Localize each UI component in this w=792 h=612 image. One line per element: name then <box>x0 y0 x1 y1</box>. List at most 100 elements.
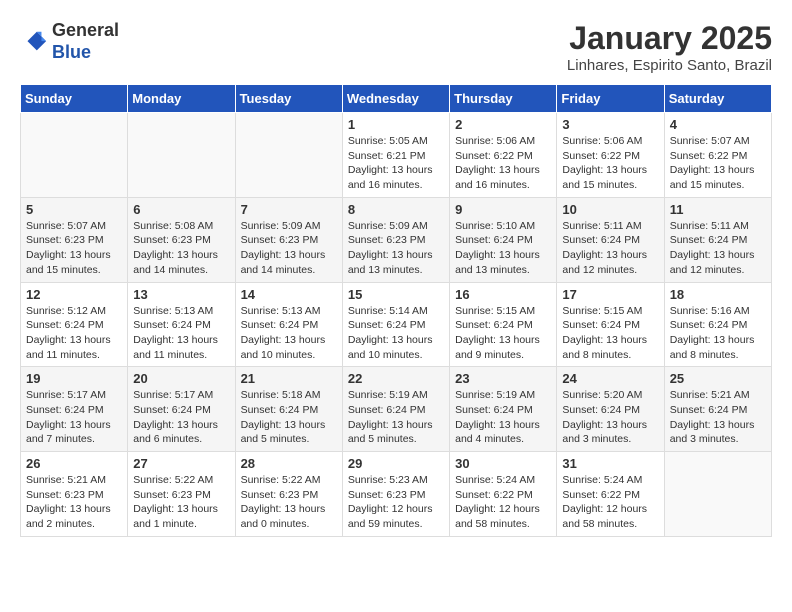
calendar-week-3: 12Sunrise: 5:12 AM Sunset: 6:24 PM Dayli… <box>21 282 772 367</box>
day-number: 20 <box>133 371 229 386</box>
calendar-cell: 18 Sunrise: 5:16 AM Sunset: 6:24 PM Dayli… <box>664 282 771 367</box>
day-info: Sunrise: 5:17 AM Sunset: 6:24 PM Dayligh… <box>133 388 229 447</box>
calendar-table: SundayMondayTuesdayWednesdayThursdayFrid… <box>20 84 772 537</box>
day-number: 4 <box>670 117 766 132</box>
calendar-cell: 3Sunrise: 5:06 AM Sunset: 6:22 PM Daylig… <box>557 113 664 198</box>
weekday-header-saturday: Saturday <box>664 85 771 113</box>
logo-blue-text: Blue <box>52 42 91 62</box>
calendar-cell: 17 Sunrise: 5:15 AM Sunset: 6:24 PM Dayli… <box>557 282 664 367</box>
weekday-header-wednesday: Wednesday <box>342 85 449 113</box>
calendar-cell: 8 Sunrise: 5:09 AM Sunset: 6:23 PM Daylig… <box>342 197 449 282</box>
day-number: 13 <box>133 287 229 302</box>
logo-general-text: General <box>52 20 119 40</box>
day-info: Sunrise: 5:13 AM Sunset: 6:24 PM Dayligh… <box>133 304 229 363</box>
day-number: 21 <box>241 371 337 386</box>
day-info: Sunrise: 5:22 AM Sunset: 6:23 PM Dayligh… <box>133 473 229 532</box>
day-number: 27 <box>133 456 229 471</box>
calendar-cell: 20 Sunrise: 5:17 AM Sunset: 6:24 PM Dayli… <box>128 367 235 452</box>
day-info: Sunrise: 5:21 AM Sunset: 6:23 PM Dayligh… <box>26 473 122 532</box>
calendar-cell: 2Sunrise: 5:06 AM Sunset: 6:22 PM Daylig… <box>450 113 557 198</box>
calendar-cell: 14Sunrise: 5:13 AM Sunset: 6:24 PM Dayli… <box>235 282 342 367</box>
day-info: Sunrise: 5:24 AM Sunset: 6:22 PM Dayligh… <box>455 473 551 532</box>
day-info: Sunrise: 5:21 AM Sunset: 6:24 PM Dayligh… <box>670 388 766 447</box>
day-number: 6 <box>133 202 229 217</box>
day-info: Sunrise: 5:08 AM Sunset: 6:23 PM Dayligh… <box>133 219 229 278</box>
calendar-cell: 23Sunrise: 5:19 AM Sunset: 6:24 PM Dayli… <box>450 367 557 452</box>
day-number: 5 <box>26 202 122 217</box>
day-number: 12 <box>26 287 122 302</box>
day-number: 18 <box>670 287 766 302</box>
weekday-header-sunday: Sunday <box>21 85 128 113</box>
weekday-header-tuesday: Tuesday <box>235 85 342 113</box>
location: Linhares, Espirito Santo, Brazil <box>567 57 772 74</box>
day-number: 15 <box>348 287 444 302</box>
calendar-cell: 11 Sunrise: 5:11 AM Sunset: 6:24 PM Dayli… <box>664 197 771 282</box>
calendar-cell: 15 Sunrise: 5:14 AM Sunset: 6:24 PM Dayli… <box>342 282 449 367</box>
calendar-cell: 19 Sunrise: 5:17 AM Sunset: 6:24 PM Dayli… <box>21 367 128 452</box>
calendar-cell: 5 Sunrise: 5:07 AM Sunset: 6:23 PM Daylig… <box>21 197 128 282</box>
calendar-cell: 16 Sunrise: 5:15 AM Sunset: 6:24 PM Dayli… <box>450 282 557 367</box>
calendar-cell: 28Sunrise: 5:22 AM Sunset: 6:23 PM Dayli… <box>235 452 342 537</box>
day-info: Sunrise: 5:22 AM Sunset: 6:23 PM Dayligh… <box>241 473 337 532</box>
day-number: 8 <box>348 202 444 217</box>
weekday-header-thursday: Thursday <box>450 85 557 113</box>
logo: General Blue <box>20 20 119 63</box>
day-number: 30 <box>455 456 551 471</box>
day-info: Sunrise: 5:23 AM Sunset: 6:23 PM Dayligh… <box>348 473 444 532</box>
day-number: 17 <box>562 287 658 302</box>
day-number: 25 <box>670 371 766 386</box>
day-number: 24 <box>562 371 658 386</box>
calendar-cell: 24Sunrise: 5:20 AM Sunset: 6:24 PM Dayli… <box>557 367 664 452</box>
day-number: 31 <box>562 456 658 471</box>
day-number: 3 <box>562 117 658 132</box>
day-number: 26 <box>26 456 122 471</box>
calendar-week-5: 26 Sunrise: 5:21 AM Sunset: 6:23 PM Dayli… <box>21 452 772 537</box>
calendar-cell <box>128 113 235 198</box>
calendar-cell: 4Sunrise: 5:07 AM Sunset: 6:22 PM Daylig… <box>664 113 771 198</box>
calendar-cell: 30 Sunrise: 5:24 AM Sunset: 6:22 PM Dayli… <box>450 452 557 537</box>
day-info: Sunrise: 5:06 AM Sunset: 6:22 PM Dayligh… <box>455 134 551 193</box>
day-info: Sunrise: 5:09 AM Sunset: 6:23 PM Dayligh… <box>241 219 337 278</box>
calendar-cell <box>664 452 771 537</box>
page-header: General Blue January 2025 Linhares, Espi… <box>20 20 772 74</box>
day-info: Sunrise: 5:11 AM Sunset: 6:24 PM Dayligh… <box>562 219 658 278</box>
weekday-header-monday: Monday <box>128 85 235 113</box>
day-info: Sunrise: 5:14 AM Sunset: 6:24 PM Dayligh… <box>348 304 444 363</box>
day-number: 14 <box>241 287 337 302</box>
day-info: Sunrise: 5:18 AM Sunset: 6:24 PM Dayligh… <box>241 388 337 447</box>
day-number: 19 <box>26 371 122 386</box>
calendar-cell: 29 Sunrise: 5:23 AM Sunset: 6:23 PM Dayli… <box>342 452 449 537</box>
day-info: Sunrise: 5:16 AM Sunset: 6:24 PM Dayligh… <box>670 304 766 363</box>
logo-icon <box>20 28 48 56</box>
day-info: Sunrise: 5:17 AM Sunset: 6:24 PM Dayligh… <box>26 388 122 447</box>
day-number: 11 <box>670 202 766 217</box>
calendar-cell: 25 Sunrise: 5:21 AM Sunset: 6:24 PM Dayli… <box>664 367 771 452</box>
calendar-cell: 12Sunrise: 5:12 AM Sunset: 6:24 PM Dayli… <box>21 282 128 367</box>
day-number: 23 <box>455 371 551 386</box>
day-number: 29 <box>348 456 444 471</box>
day-number: 22 <box>348 371 444 386</box>
day-info: Sunrise: 5:15 AM Sunset: 6:24 PM Dayligh… <box>455 304 551 363</box>
calendar-cell: 7 Sunrise: 5:09 AM Sunset: 6:23 PM Daylig… <box>235 197 342 282</box>
day-number: 16 <box>455 287 551 302</box>
calendar-cell: 10Sunrise: 5:11 AM Sunset: 6:24 PM Dayli… <box>557 197 664 282</box>
day-number: 9 <box>455 202 551 217</box>
day-info: Sunrise: 5:15 AM Sunset: 6:24 PM Dayligh… <box>562 304 658 363</box>
day-info: Sunrise: 5:19 AM Sunset: 6:24 PM Dayligh… <box>348 388 444 447</box>
weekday-header-row: SundayMondayTuesdayWednesdayThursdayFrid… <box>21 85 772 113</box>
title-block: January 2025 Linhares, Espirito Santo, B… <box>567 20 772 74</box>
calendar-cell: 9 Sunrise: 5:10 AM Sunset: 6:24 PM Daylig… <box>450 197 557 282</box>
calendar-cell <box>235 113 342 198</box>
day-number: 1 <box>348 117 444 132</box>
calendar-week-2: 5 Sunrise: 5:07 AM Sunset: 6:23 PM Daylig… <box>21 197 772 282</box>
calendar-week-1: 1Sunrise: 5:05 AM Sunset: 6:21 PM Daylig… <box>21 113 772 198</box>
day-info: Sunrise: 5:10 AM Sunset: 6:24 PM Dayligh… <box>455 219 551 278</box>
calendar-week-4: 19 Sunrise: 5:17 AM Sunset: 6:24 PM Dayli… <box>21 367 772 452</box>
day-number: 7 <box>241 202 337 217</box>
day-info: Sunrise: 5:07 AM Sunset: 6:23 PM Dayligh… <box>26 219 122 278</box>
day-info: Sunrise: 5:11 AM Sunset: 6:24 PM Dayligh… <box>670 219 766 278</box>
calendar-cell: 6 Sunrise: 5:08 AM Sunset: 6:23 PM Daylig… <box>128 197 235 282</box>
calendar-cell: 26 Sunrise: 5:21 AM Sunset: 6:23 PM Dayli… <box>21 452 128 537</box>
calendar-cell: 13 Sunrise: 5:13 AM Sunset: 6:24 PM Dayli… <box>128 282 235 367</box>
day-info: Sunrise: 5:09 AM Sunset: 6:23 PM Dayligh… <box>348 219 444 278</box>
